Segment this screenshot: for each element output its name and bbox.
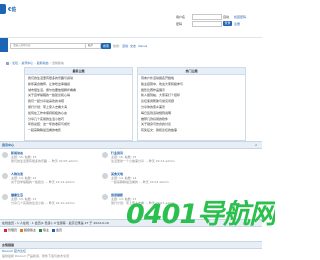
logo-mark	[0, 4, 6, 14]
nav-strip	[0, 38, 8, 52]
forum-last-post[interactable]: 一起来聊聊最近看的 ... 昨天 22:02 admin	[111, 180, 251, 184]
search-type-value: 帖子	[88, 44, 94, 47]
breadcrumb-separator: ›	[34, 61, 36, 65]
forum-item[interactable]: 美食天地 主题: 14, 帖数: 14 一起来聊聊最近看的 ... 昨天 22:…	[102, 172, 260, 188]
forum-section-title: 资讯中心	[2, 143, 15, 147]
username-input[interactable]	[192, 14, 222, 20]
username-label: 用户名	[176, 15, 186, 19]
breadcrumb-item[interactable]: 最新动态	[37, 61, 49, 65]
friend-link-item[interactable]: Discuz! 官方论坛 提供最新 Discuz! 产品新闻、软件下载与技术交流	[2, 249, 122, 259]
forum-icon	[2, 152, 8, 158]
online-legend: 管理员 超级版主 版主 会员	[4, 228, 62, 232]
friend-links-header: 友情链接	[0, 241, 262, 249]
thread-link[interactable]: 一起来聊聊最近看的电影	[28, 128, 129, 134]
search-input[interactable]: 请输入搜索内容	[10, 43, 86, 49]
breadcrumb-current: 当前版块	[51, 61, 64, 65]
breadcrumb-separator: ›	[19, 61, 21, 65]
forum-icon	[102, 194, 108, 200]
site-header: €佐 用户名 自动 找回密码 密码 登录 注册	[0, 0, 262, 38]
admin-icon	[4, 228, 7, 232]
nav-bar: 请输入搜索内容 帖子 搜索 热搜: 活动 交友 discuz	[0, 38, 262, 54]
legend-label: 管理员	[8, 228, 18, 232]
latest-threads-list: 我们的生活里有很多的乐趣与感动 新年美食推荐，让你吃出幸福感 城市慢生活，偶尔也…	[25, 75, 132, 135]
friend-links-title: 友情链接	[2, 243, 15, 247]
hot-search-label: 热搜:	[113, 44, 121, 48]
forum-icon	[102, 173, 108, 179]
auto-login-label[interactable]: 自动	[223, 15, 229, 19]
hot-threads-list: 周末户外活动报名开始啦 版主招募中，欢迎大家积极参与 摄影比赛作品展示 新人报到…	[138, 75, 245, 135]
breadcrumb-item[interactable]: 论坛	[12, 61, 18, 65]
logo[interactable]: €佐	[0, 4, 16, 14]
latest-threads-header: 最新主题	[25, 68, 132, 75]
hot-search: 热搜: 活动 交友 discuz	[113, 44, 147, 48]
super-moderator-icon	[20, 228, 24, 232]
hot-search-item[interactable]: 活动	[122, 44, 128, 48]
latest-threads-title: 最新主题	[72, 69, 85, 73]
forgot-password-link[interactable]: 找回密码	[234, 15, 246, 19]
watermark-text: 0401导航网	[126, 200, 276, 230]
home-icon[interactable]	[6, 61, 9, 65]
breadcrumb-separator: ›	[10, 61, 12, 65]
login-button[interactable]: 登录	[223, 21, 232, 26]
moderator-icon	[39, 228, 43, 232]
search-placeholder: 请输入搜索内容	[13, 44, 31, 47]
forum-icon	[102, 152, 108, 158]
register-link[interactable]: 注册	[234, 22, 240, 26]
hot-threads-header: 热门主题	[138, 68, 245, 75]
hot-search-item[interactable]: 交友	[130, 44, 136, 48]
forum-last-post[interactable]: 生活里的一个小故事分享 ... 昨天 22:14 admin	[111, 159, 251, 163]
breadcrumb: › 论坛 › 资讯中心 › 最新动态 › 当前版块	[6, 61, 64, 65]
hot-threads-title: 热门主题	[185, 69, 198, 73]
breadcrumb-separator: ›	[49, 61, 51, 65]
breadcrumb-item[interactable]: 资讯中心	[21, 61, 33, 65]
hot-search-item[interactable]: discuz	[138, 44, 147, 48]
friend-link-name[interactable]: Discuz! 官方论坛	[2, 249, 26, 253]
search-type-select[interactable]: 帖子	[85, 43, 101, 49]
thread-link[interactable]: 有奖征文：我和论坛的故事	[141, 128, 242, 134]
forum-icon	[2, 194, 8, 200]
friend-link-desc: 提供最新 Discuz! 产品新闻、软件下载与技术交流	[2, 254, 69, 258]
latest-threads-panel: 最新主题 我们的生活里有很多的乐趣与感动 新年美食推荐，让你吃出幸福感 城市慢生…	[24, 67, 133, 141]
legend-label: 超级版主	[24, 228, 37, 232]
login-box: 用户名 自动 找回密码 密码 登录 注册	[176, 14, 262, 31]
member-icon	[52, 228, 56, 232]
password-label: 密码	[176, 22, 183, 26]
logo-text: €佐	[8, 7, 17, 13]
search-button[interactable]: 搜索	[101, 43, 111, 49]
forum-icon	[2, 173, 8, 179]
collapse-icon[interactable]: ∧	[255, 143, 257, 147]
legend-label: 会员	[56, 228, 63, 232]
forum-item[interactable]: 行业资讯 主题: 15, 帖数: 15 生活里的一个小故事分享 ... 昨天 2…	[102, 151, 260, 167]
legend-label: 版主	[43, 228, 50, 232]
hot-threads-panel: 热门主题 周末户外活动报名开始啦 版主招募中，欢迎大家积极参与 摄影比赛作品展示…	[137, 67, 246, 141]
password-input[interactable]	[192, 21, 222, 27]
